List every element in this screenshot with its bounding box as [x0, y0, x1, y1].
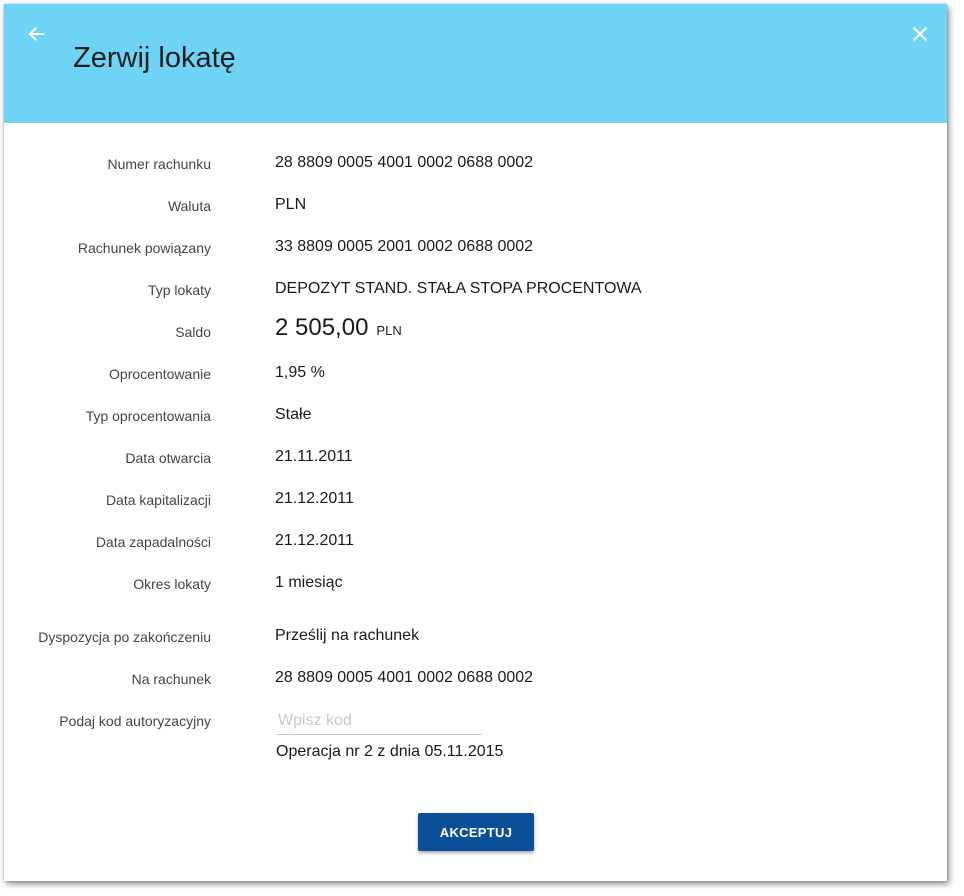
deposit-period-label: Okres lokaty: [133, 576, 211, 592]
row-maturity-date: Data zapadalności 21.12.2011: [4, 530, 947, 554]
end-disposition-value: Prześlij na rachunek: [275, 627, 420, 644]
interest-rate-value: 1,95 %: [275, 364, 325, 381]
deposit-type-value: DEPOZYT STAND. STAŁA STOPA PROCENTOWA: [275, 280, 642, 297]
deposit-period-value: 1 miesiąc: [275, 574, 343, 591]
interest-rate-label: Oprocentowanie: [109, 366, 211, 382]
auth-code-label: Podaj kod autoryzacyjny: [59, 713, 211, 729]
close-button[interactable]: [906, 20, 934, 48]
currency-label: Waluta: [167, 198, 211, 214]
dialog-header: Zerwij lokatę: [4, 4, 947, 123]
back-button[interactable]: [22, 20, 50, 48]
close-icon: [912, 26, 928, 42]
maturity-date-label: Data zapadalności: [95, 534, 211, 550]
capitalization-date-value: 21.12.2011: [275, 490, 354, 507]
balance-amount: 2 505,00: [275, 314, 369, 341]
currency-value: PLN: [275, 196, 307, 213]
row-interest-type: Typ oprocentowania Stałe: [4, 404, 947, 428]
row-capitalization-date: Data kapitalizacji 21.12.2011: [4, 488, 947, 512]
end-disposition-label: Dyspozycja po zakończeniu: [38, 629, 211, 645]
interest-type-label: Typ oprocentowania: [85, 408, 211, 424]
auth-code-input[interactable]: [276, 708, 482, 735]
maturity-date-value: 21.12.2011: [275, 532, 354, 549]
balance-value: 2 505,00 PLN: [275, 314, 402, 342]
deposit-type-label: Typ lokaty: [147, 282, 211, 298]
row-opening-date: Data otwarcia 21.11.2011: [4, 446, 947, 470]
interest-type-value: Stałe: [275, 406, 312, 423]
row-end-disposition: Dyspozycja po zakończeniu Prześlij na ra…: [4, 625, 947, 649]
opening-date-label: Data otwarcia: [125, 450, 211, 466]
linked-account-label: Rachunek powiązany: [77, 240, 211, 256]
balance-currency: PLN: [376, 323, 402, 338]
terminate-deposit-dialog: Zerwij lokatę Numer rachunku 28 8809 000…: [4, 4, 947, 881]
row-deposit-type: Typ lokaty DEPOZYT STAND. STAŁA STOPA PR…: [4, 278, 947, 302]
account-number-value: 28 8809 0005 4001 0002 0688 0002: [275, 154, 534, 171]
operation-info: Operacja nr 2 z dnia 05.11.2015: [276, 743, 504, 760]
target-account-label: Na rachunek: [131, 671, 211, 687]
row-currency: Waluta PLN: [4, 194, 947, 218]
account-number-label: Numer rachunku: [107, 156, 212, 172]
linked-account-value: 33 8809 0005 2001 0002 0688 0002: [275, 238, 534, 255]
accept-button[interactable]: AKCEPTUJ: [418, 813, 534, 851]
target-account-value: 28 8809 0005 4001 0002 0688 0002: [275, 669, 534, 686]
row-account-number: Numer rachunku 28 8809 0005 4001 0002 06…: [4, 152, 947, 176]
page-title: Zerwij lokatę: [73, 42, 236, 74]
row-deposit-period: Okres lokaty 1 miesiąc: [4, 572, 947, 596]
row-balance: Saldo 2 505,00 PLN: [4, 314, 947, 344]
balance-label: Saldo: [175, 324, 211, 340]
capitalization-date-label: Data kapitalizacji: [105, 492, 211, 508]
row-interest-rate: Oprocentowanie 1,95 %: [4, 362, 947, 386]
arrow-left-icon: [28, 27, 44, 41]
row-linked-account: Rachunek powiązany 33 8809 0005 2001 000…: [4, 236, 947, 260]
row-target-account: Na rachunek 28 8809 0005 4001 0002 0688 …: [4, 667, 947, 691]
opening-date-value: 21.11.2011: [275, 448, 353, 465]
